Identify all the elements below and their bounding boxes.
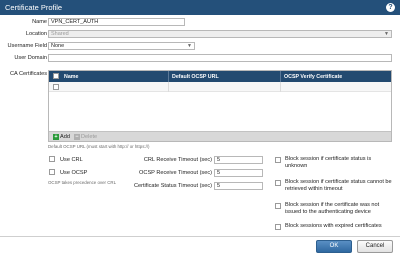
location-select[interactable]: Shared ▼ <box>48 30 392 38</box>
ocsp-precedence-hint: OCSP takes precedence over CRL <box>48 180 117 185</box>
plus-icon: + <box>53 134 59 140</box>
footer-divider <box>0 236 400 237</box>
user-domain-label: User Domain <box>14 55 47 61</box>
delete-button[interactable]: − Delete <box>74 134 97 140</box>
block-unknown-status-checkbox[interactable] <box>275 157 281 163</box>
block-expired-label: Block sessions with expired certificates <box>285 223 382 229</box>
minus-icon: − <box>74 134 80 140</box>
column-header-ocsp-verify-certificate[interactable]: OCSP Verify Certificate <box>284 74 342 80</box>
certificate-status-timeout-input[interactable]: 5 <box>214 182 263 190</box>
ocsp-receive-timeout-input[interactable]: 5 <box>214 169 263 177</box>
username-field-select[interactable]: None ▼ <box>48 42 195 50</box>
user-domain-input[interactable] <box>48 54 392 62</box>
dialog-titlebar: Certificate Profile ? <box>0 0 400 15</box>
dialog-title: Certificate Profile <box>5 3 63 12</box>
username-field-value: None <box>51 43 65 49</box>
help-icon[interactable]: ? <box>386 3 395 12</box>
column-header-name[interactable]: Name <box>64 74 78 80</box>
block-not-issued-checkbox[interactable] <box>275 203 281 209</box>
ocsp-receive-timeout-label: OCSP Receive Timeout (sec) <box>139 170 212 176</box>
ocsp-url-hint: Default OCSP URL (must start with http:/… <box>48 144 150 149</box>
ok-button[interactable]: OK <box>316 240 352 253</box>
ca-certificates-grid: Name Default OCSP URL OCSP Verify Certif… <box>48 70 392 142</box>
username-field-label: Username Field <box>7 43 47 49</box>
chevron-down-icon: ▼ <box>187 43 192 49</box>
ca-certificates-label: CA Certificates <box>10 71 47 77</box>
block-unknown-status-label: Block session if certificate status is un… <box>285 156 372 170</box>
table-row[interactable] <box>49 82 391 92</box>
certificate-status-timeout-label: Certificate Status Timeout (sec) <box>133 183 212 189</box>
location-value: Shared <box>51 31 69 37</box>
block-timeout-label: Block session if certificate status cann… <box>285 179 392 193</box>
crl-receive-timeout-label: CRL Receive Timeout (sec) <box>143 157 212 163</box>
add-button[interactable]: + Add <box>53 134 70 140</box>
block-not-issued-label: Block session if the certificate was not… <box>285 202 380 216</box>
use-ocsp-checkbox[interactable] <box>49 169 55 175</box>
name-input[interactable]: VPN_CERT_AUTH <box>48 18 185 26</box>
column-header-default-ocsp-url[interactable]: Default OCSP URL <box>172 74 219 80</box>
use-crl-checkbox[interactable] <box>49 156 55 162</box>
grid-toolbar: + Add − Delete <box>49 131 391 141</box>
cancel-button[interactable]: Cancel <box>357 240 393 253</box>
crl-receive-timeout-input[interactable]: 5 <box>214 156 263 164</box>
chevron-down-icon: ▼ <box>384 31 389 37</box>
block-timeout-checkbox[interactable] <box>275 180 281 186</box>
row-checkbox[interactable] <box>53 84 59 90</box>
name-label: Name <box>32 19 47 25</box>
use-crl-label: Use CRL <box>60 157 83 163</box>
use-ocsp-label: Use OCSP <box>60 170 88 176</box>
location-label: Location <box>25 31 47 37</box>
grid-header: Name Default OCSP URL OCSP Verify Certif… <box>49 71 391 82</box>
select-all-checkbox[interactable] <box>53 73 59 79</box>
block-expired-checkbox[interactable] <box>275 224 281 230</box>
